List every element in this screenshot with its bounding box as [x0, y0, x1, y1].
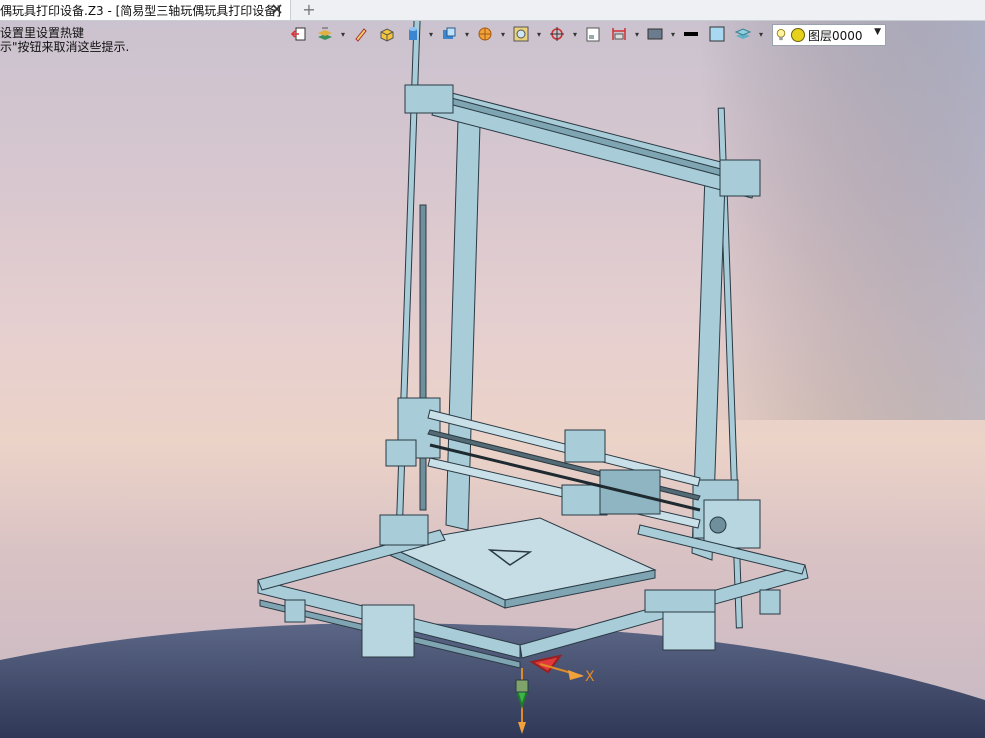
chevron-down-icon[interactable]: ▾: [670, 23, 676, 45]
hint-text: 设置里设置热键 示"按钮来取消这些提示.: [0, 26, 129, 54]
fill-color-icon[interactable]: [706, 23, 728, 45]
document-tab-bar: 偶玩具打印设备.Z3 - [简易型三轴玩偶玩具打印设备] +: [0, 0, 985, 21]
z-motor-left: [361, 604, 415, 658]
chevron-down-icon[interactable]: ▾: [340, 23, 346, 45]
printer-model: [0, 0, 985, 738]
chevron-down-icon[interactable]: ▾: [464, 23, 470, 45]
line-color-icon[interactable]: [680, 23, 702, 45]
hint-line-1: 设置里设置热键: [0, 26, 85, 40]
chevron-down-icon[interactable]: ▾: [536, 23, 542, 45]
chevron-down-icon[interactable]: ▾: [500, 23, 506, 45]
3d-viewport[interactable]: 偶玩具打印设备.Z3 - [简易型三轴玩偶玩具打印设备] + 设置里设置热键 示…: [0, 0, 985, 738]
view-toolbar: ▾ ▾ ▾ ▾ ▾ ▾ ▾ ▾ ▾: [288, 22, 764, 46]
hint-line-2: 示"按钮来取消这些提示.: [0, 40, 130, 54]
screen-icon[interactable]: [644, 23, 666, 45]
chevron-down-icon[interactable]: ▾: [758, 23, 764, 45]
pen-icon[interactable]: [350, 23, 372, 45]
sheet-icon[interactable]: [582, 23, 604, 45]
lead-screw: [419, 204, 427, 511]
chevron-down-icon[interactable]: ▾: [634, 23, 640, 45]
box-icon[interactable]: [376, 23, 398, 45]
frame-icon[interactable]: [510, 23, 532, 45]
exit-icon[interactable]: [288, 23, 310, 45]
target-icon[interactable]: [546, 23, 568, 45]
bulb-icon[interactable]: [773, 28, 789, 42]
cylinder-icon[interactable]: [402, 23, 424, 45]
chevron-down-icon[interactable]: ▾: [428, 23, 434, 45]
close-icon[interactable]: [270, 2, 284, 16]
shaded-box-icon[interactable]: [438, 23, 460, 45]
stack-icon[interactable]: [732, 23, 754, 45]
layer-selector[interactable]: 图层0000 ▼: [772, 24, 886, 46]
dimension-icon[interactable]: [608, 23, 630, 45]
layer-label: 图层0000: [808, 28, 863, 43]
tab-title: 偶玩具打印设备.Z3 - [简易型三轴玩偶玩具打印设备]: [0, 3, 281, 18]
axis-x-label: X: [585, 669, 595, 685]
document-tab[interactable]: 偶玩具打印设备.Z3 - [简易型三轴玩偶玩具打印设备]: [0, 0, 291, 20]
x-carriage: [564, 429, 606, 463]
chevron-down-icon[interactable]: ▾: [572, 23, 578, 45]
layer-color-dot: [791, 28, 805, 42]
chevron-down-icon[interactable]: ▼: [874, 27, 881, 37]
sphere-icon[interactable]: [474, 23, 496, 45]
layers-icon[interactable]: [314, 23, 336, 45]
plus-icon[interactable]: +: [300, 1, 318, 19]
